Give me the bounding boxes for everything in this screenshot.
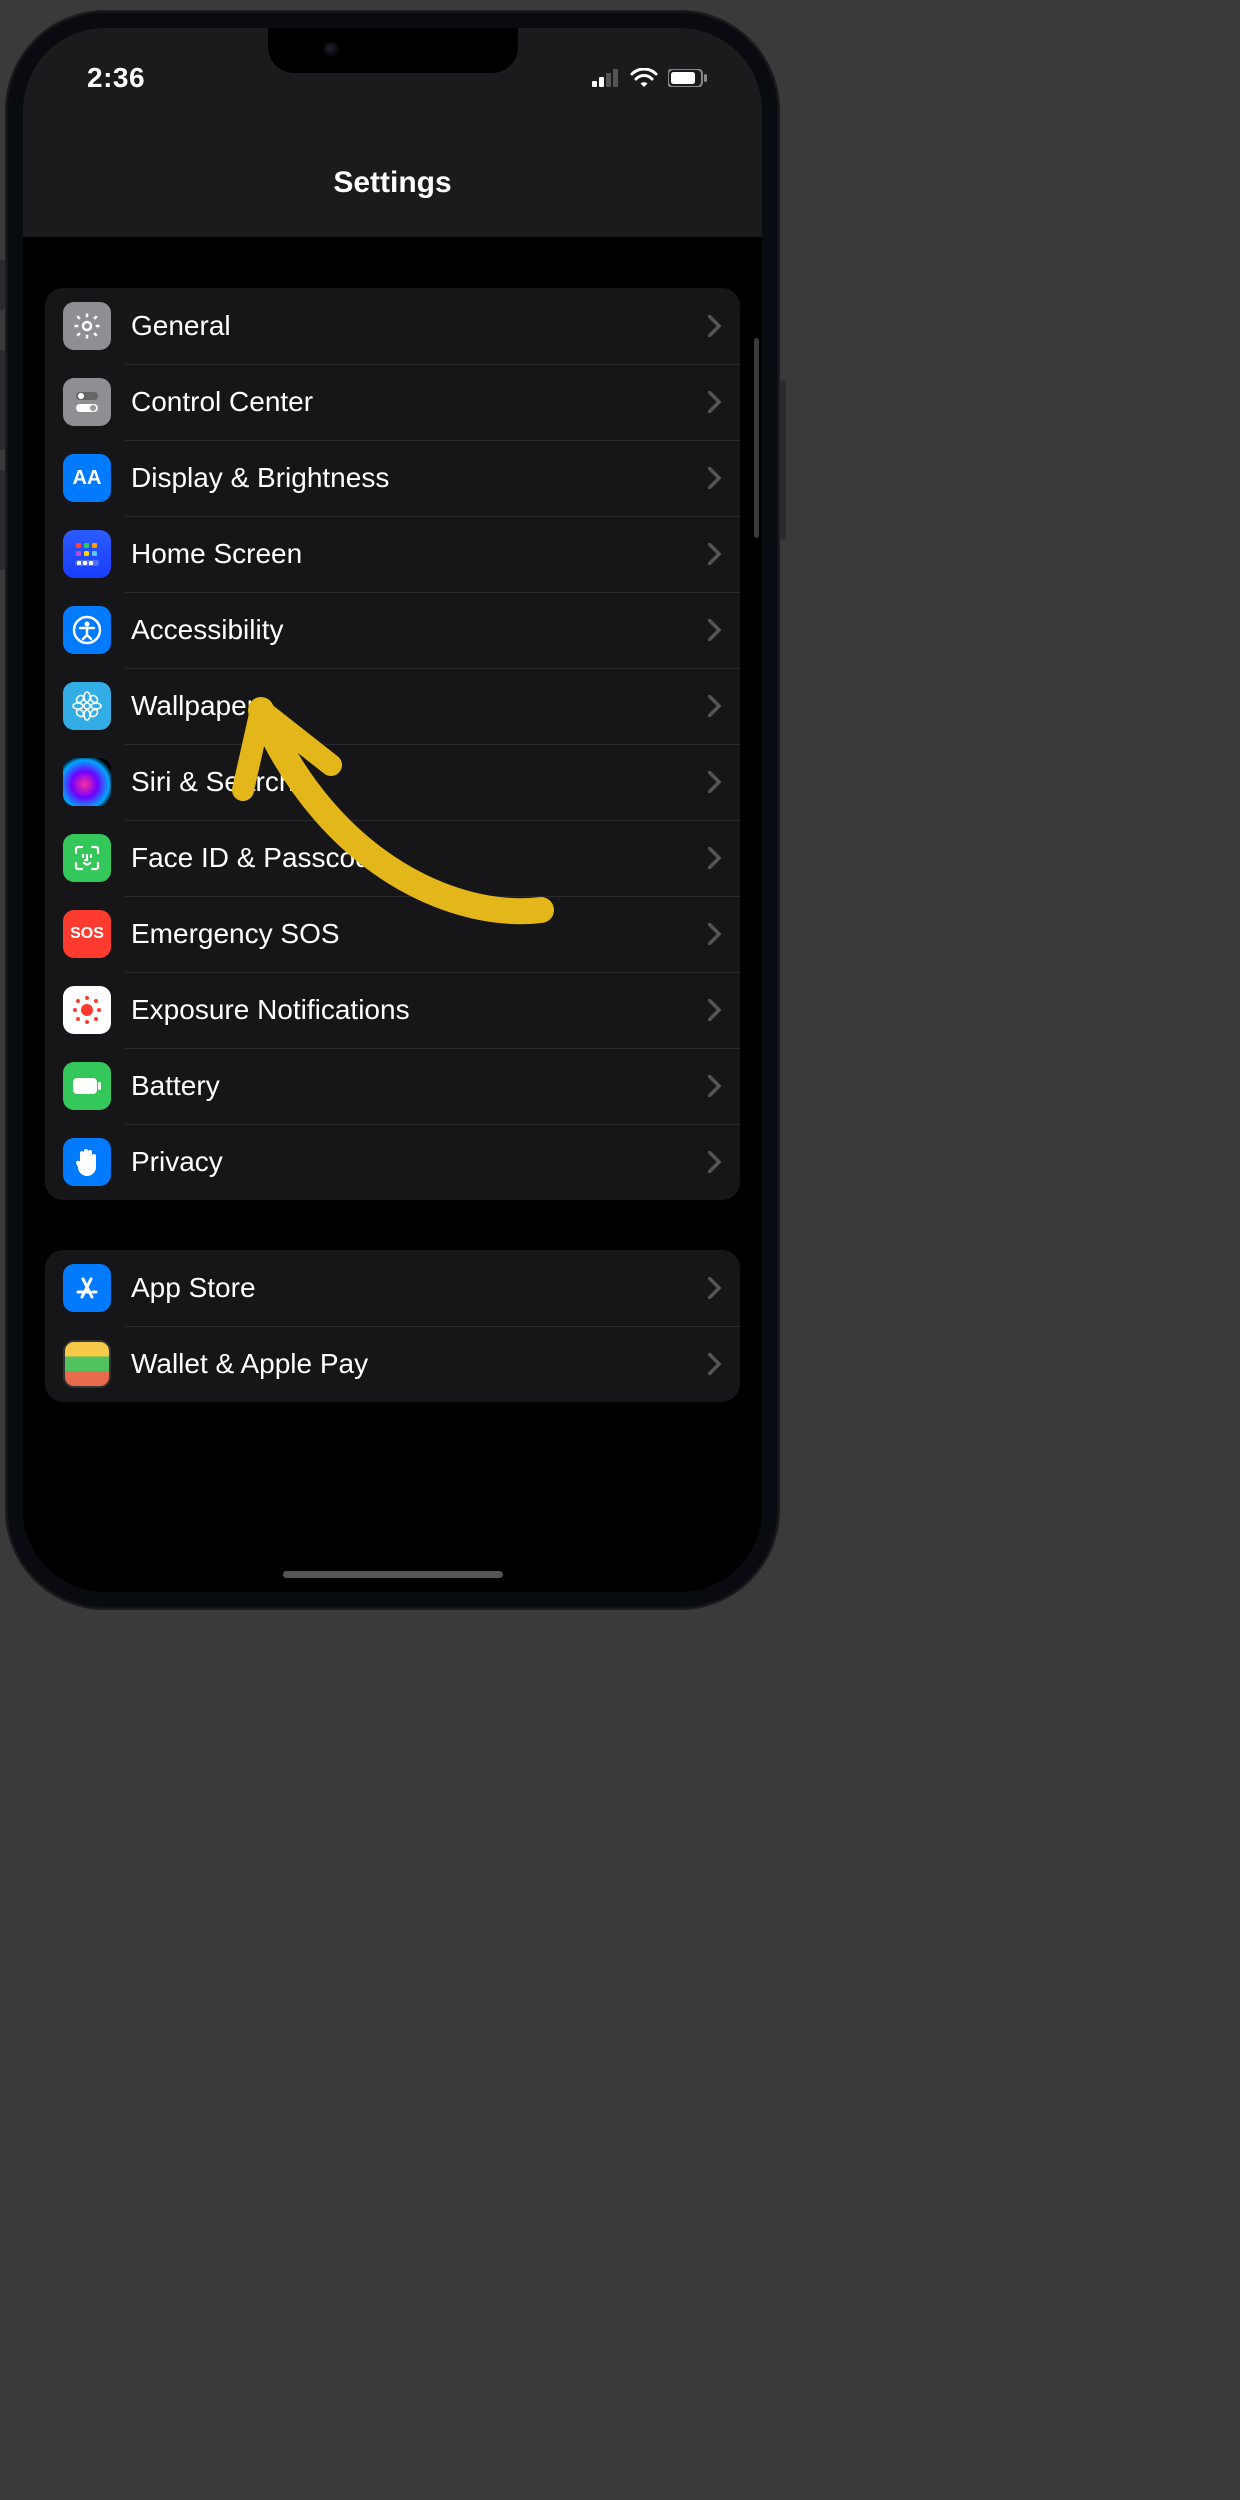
row-label: Wallet & Apple Pay (131, 1348, 688, 1380)
row-label: Display & Brightness (131, 462, 688, 494)
status-time: 2:36 (87, 62, 145, 94)
aa-icon: AA (63, 454, 111, 502)
notch (268, 28, 518, 73)
status-icons (592, 68, 708, 88)
battery-icon (668, 69, 708, 87)
row-label: Control Center (131, 386, 688, 418)
settings-group-2: App Store Wallet & Apple Pay (45, 1250, 740, 1402)
row-privacy[interactable]: Privacy (45, 1124, 740, 1200)
row-general[interactable]: General (45, 288, 740, 364)
row-control-center[interactable]: Control Center (45, 364, 740, 440)
row-wallet-applepay[interactable]: Wallet & Apple Pay (45, 1326, 740, 1402)
cellular-icon (592, 69, 620, 87)
volume-up-button[interactable] (0, 350, 5, 450)
row-label: General (131, 310, 688, 342)
chevron-right-icon (708, 923, 722, 945)
chevron-right-icon (708, 999, 722, 1021)
row-label: Emergency SOS (131, 918, 688, 950)
chevron-right-icon (708, 771, 722, 793)
chevron-right-icon (708, 847, 722, 869)
person-circle-icon (63, 606, 111, 654)
chevron-right-icon (708, 315, 722, 337)
chevron-right-icon (708, 695, 722, 717)
chevron-right-icon (708, 391, 722, 413)
chevron-right-icon (708, 1075, 722, 1097)
row-display-brightness[interactable]: AA Display & Brightness (45, 440, 740, 516)
chevron-right-icon (708, 619, 722, 641)
row-home-screen[interactable]: Home Screen (45, 516, 740, 592)
row-wallpaper[interactable]: Wallpaper (45, 668, 740, 744)
switches-icon (63, 378, 111, 426)
row-label: Siri & Search (131, 766, 688, 798)
home-indicator[interactable] (283, 1571, 503, 1578)
row-label: Exposure Notifications (131, 994, 688, 1026)
flower-icon (63, 682, 111, 730)
side-button[interactable] (780, 380, 786, 540)
row-label: Accessibility (131, 614, 688, 646)
row-app-store[interactable]: App Store (45, 1250, 740, 1326)
sos-icon: SOS (63, 910, 111, 958)
row-face-id-passcode[interactable]: Face ID & Passcode (45, 820, 740, 896)
wallet-icon (63, 1340, 111, 1388)
chevron-right-icon (708, 467, 722, 489)
row-emergency-sos[interactable]: SOS Emergency SOS (45, 896, 740, 972)
row-label: Face ID & Passcode (131, 842, 688, 874)
appstore-icon (63, 1264, 111, 1312)
siri-icon (63, 758, 111, 806)
wifi-icon (630, 68, 658, 88)
row-accessibility[interactable]: Accessibility (45, 592, 740, 668)
row-label: Home Screen (131, 538, 688, 570)
exposure-icon (63, 986, 111, 1034)
row-label: Privacy (131, 1146, 688, 1178)
battery-fill-icon (63, 1062, 111, 1110)
ringer-switch[interactable] (0, 260, 5, 310)
row-label: App Store (131, 1272, 688, 1304)
gear-icon (63, 302, 111, 350)
apps-grid-icon (63, 530, 111, 578)
row-siri-search[interactable]: Siri & Search (45, 744, 740, 820)
chevron-right-icon (708, 1353, 722, 1375)
row-label: Battery (131, 1070, 688, 1102)
row-battery[interactable]: Battery (45, 1048, 740, 1124)
hand-icon (63, 1138, 111, 1186)
settings-group-1: General Control Center AA Display & Brig… (45, 288, 740, 1200)
chevron-right-icon (708, 1277, 722, 1299)
phone-frame: 2:36 (5, 10, 780, 1610)
chevron-right-icon (708, 543, 722, 565)
screen: 2:36 (23, 28, 762, 1592)
page-title: Settings (333, 166, 451, 200)
settings-content[interactable]: General Control Center AA Display & Brig… (23, 238, 762, 1542)
faceid-icon (63, 834, 111, 882)
chevron-right-icon (708, 1151, 722, 1173)
volume-down-button[interactable] (0, 470, 5, 570)
row-exposure-notifications[interactable]: Exposure Notifications (45, 972, 740, 1048)
scrollbar[interactable] (754, 338, 759, 538)
row-label: Wallpaper (131, 690, 688, 722)
